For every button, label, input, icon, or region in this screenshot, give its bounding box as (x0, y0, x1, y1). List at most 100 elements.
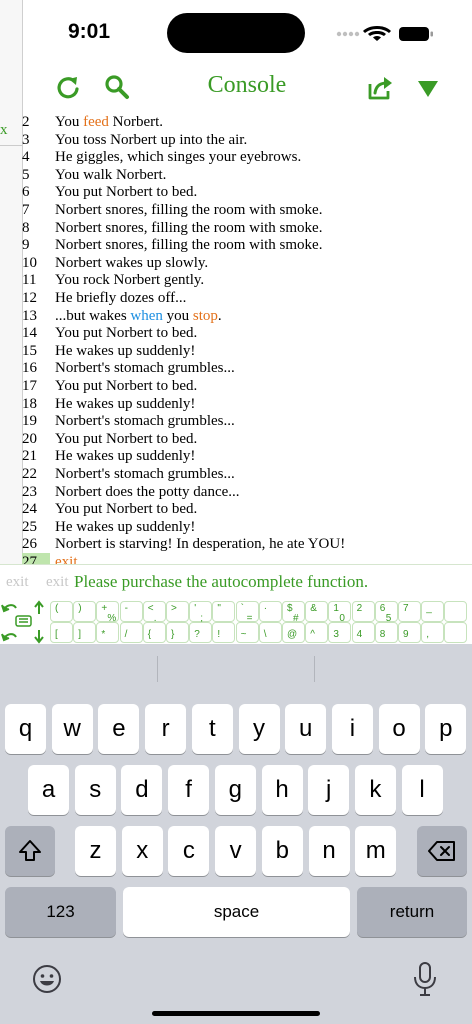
dropdown-triangle-icon[interactable] (412, 72, 444, 104)
numbers-key[interactable]: 123 (5, 887, 116, 937)
line-number: 19 (22, 413, 37, 430)
key-b[interactable]: b (261, 826, 303, 876)
symbol-key[interactable]: " (212, 601, 236, 622)
symbol-key[interactable]: ^ (305, 622, 329, 643)
cursor-controls[interactable] (0, 600, 48, 644)
symbol-key-top: 1 (333, 603, 339, 614)
symbol-key[interactable]: 2 (351, 601, 375, 622)
console-line: 11 You rock Norbert gently. (22, 271, 204, 289)
symbol-key[interactable]: 9 (398, 622, 421, 643)
key-s[interactable]: s (74, 765, 116, 815)
symbol-key-bottom: [ (55, 629, 58, 640)
line-text: Norbert is starving! In desperation, he … (55, 536, 346, 553)
symbol-key[interactable]: & (305, 601, 329, 622)
symbol-key[interactable]: ` = (235, 601, 259, 624)
key-k[interactable]: k (354, 765, 396, 815)
symbol-key[interactable]: $ # (282, 601, 305, 624)
key-p[interactable]: p (425, 704, 467, 754)
key-i[interactable]: i (331, 704, 373, 754)
key-l[interactable]: l (401, 765, 443, 815)
symbol-key[interactable]: <. (142, 601, 166, 624)
key-u[interactable]: u (285, 704, 327, 754)
return-key[interactable]: return (357, 887, 467, 937)
symbol-key[interactable]: / (119, 622, 143, 643)
key-z[interactable]: z (75, 826, 116, 876)
symbol-key[interactable]: * (96, 622, 120, 643)
emoji-icon[interactable] (30, 962, 64, 996)
line-text: You put Norbert to bed. (55, 378, 198, 394)
sidebar-edge[interactable]: x (0, 0, 23, 568)
shift-key[interactable] (5, 826, 55, 876)
symbol-key-top: > (171, 603, 177, 614)
microphone-icon[interactable] (410, 960, 440, 998)
symbol-key[interactable]: , (421, 622, 445, 643)
symbol-key[interactable]: @ (282, 622, 305, 643)
symbol-key[interactable]: 7 (398, 601, 421, 622)
key-n[interactable]: n (308, 826, 350, 876)
symbol-key[interactable]: ) (73, 601, 97, 622)
on-screen-keyboard: qwertyuiop asdfghjkl zxcvbnm 123 space ret… (0, 644, 472, 1024)
key-x[interactable]: x (121, 826, 163, 876)
sidebar-close-icon[interactable]: x (0, 122, 8, 139)
key-e[interactable]: e (98, 704, 140, 754)
delete-key[interactable] (417, 826, 467, 876)
key-f[interactable]: f (168, 765, 210, 815)
console-line: 5 You walk Norbert. (22, 166, 166, 184)
console-output[interactable]: 2 You feed Norbert. 3 You toss Norbert up i… (22, 113, 472, 565)
line-text: He giggles, which singes your eyebrows. (55, 149, 302, 166)
symbol-key[interactable]: { (142, 622, 166, 643)
key-a[interactable]: a (28, 765, 69, 815)
key-c[interactable]: c (168, 826, 210, 876)
key-w[interactable]: w (51, 704, 93, 754)
symbol-key[interactable]: '; (189, 601, 213, 624)
key-t[interactable]: t (191, 704, 233, 754)
suggestion-divider (157, 656, 158, 682)
symbol-key[interactable]: 3 (328, 622, 352, 643)
key-g[interactable]: g (214, 765, 256, 815)
key-h[interactable]: h (261, 765, 303, 815)
symbol-key[interactable]: > (166, 601, 189, 622)
console-line: 10 Norbert wakes up slowly. (22, 254, 208, 272)
symbol-key[interactable]: - (119, 601, 143, 622)
symbol-key[interactable]: ] (73, 622, 97, 643)
symbol-key[interactable] (444, 622, 468, 643)
symbol-key[interactable]: [ (50, 622, 73, 643)
symbol-key-top: 6 (379, 603, 386, 614)
space-key[interactable]: space (123, 887, 350, 937)
key-j[interactable]: j (308, 765, 350, 815)
symbol-key[interactable]: +% (96, 601, 120, 624)
symbol-key[interactable] (444, 601, 468, 622)
console-line: 14 You put Norbert to bed. (22, 324, 197, 342)
key-y[interactable]: y (238, 704, 280, 754)
symbol-key[interactable]: · (258, 601, 282, 622)
share-icon[interactable] (364, 72, 396, 104)
symbol-key[interactable]: 8 (374, 622, 398, 643)
search-icon[interactable] (102, 72, 134, 104)
symbol-key[interactable]: ? (189, 622, 213, 643)
keyword-token: when (130, 307, 163, 324)
symbol-key[interactable]: 65 (374, 601, 398, 624)
line-text: He wakes up suddenly! (55, 518, 196, 535)
undo-icon (1, 604, 17, 613)
key-d[interactable]: d (121, 765, 163, 815)
cellular-signal-icon (336, 31, 360, 37)
symbol-key[interactable]: ~ (235, 622, 259, 643)
key-m[interactable]: m (355, 826, 397, 876)
key-r[interactable]: r (145, 704, 187, 754)
key-o[interactable]: o (378, 704, 420, 754)
suggestion-divider (314, 656, 315, 682)
redo-icon (1, 633, 17, 642)
symbol-key[interactable]: 10 (328, 601, 352, 624)
command-input-bar[interactable]: exit exit Please purchase the autocomple… (0, 564, 472, 602)
line-number: 7 (22, 202, 30, 218)
symbol-key[interactable]: ! (212, 622, 236, 643)
symbol-key[interactable]: ( (50, 601, 73, 622)
key-q[interactable]: q (5, 704, 46, 754)
symbol-key[interactable]: \ (258, 622, 282, 643)
key-v[interactable]: v (215, 826, 257, 876)
symbol-key[interactable]: } (166, 622, 189, 643)
refresh-icon[interactable] (52, 72, 84, 104)
symbol-key[interactable]: _ (421, 601, 445, 622)
console-line: 15 He wakes up suddenly! (22, 342, 195, 360)
symbol-key[interactable]: 4 (351, 622, 375, 643)
